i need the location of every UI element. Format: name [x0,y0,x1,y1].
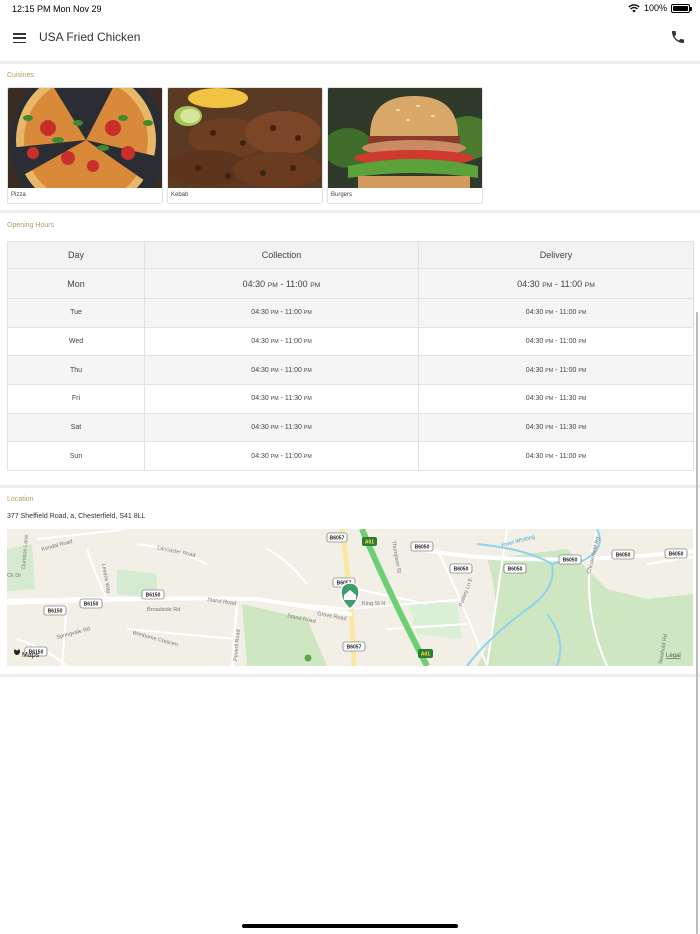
day-cell: Thu [7,355,145,386]
separator [0,674,700,677]
road-badge: B6050 [410,541,434,552]
road-badge: B6057 [326,532,348,543]
delivery-cell: 04:30 PM - 11:00 PM [418,268,694,299]
road-badge: B6050 [664,548,688,559]
table-row: Sun 04:30 PM - 11:00 PM 04:30 PM - 11:00… [7,441,694,472]
cuisines-list: Pizza Kebab Burgers [7,87,483,204]
street-label: King St N [362,601,385,607]
svg-text:B6150: B6150 [84,602,99,608]
road-badge: B6050 [611,549,635,560]
collection-cell: 04:30 PM - 11:00 PM [144,355,419,386]
menu-icon[interactable] [13,33,26,43]
delivery-cell: 04:30 PM - 11:00 PM [418,298,694,328]
day-cell: Sat [7,412,145,443]
status-bar: 12:15 PM Mon Nov 29 100% [0,0,700,18]
cuisine-card-burgers[interactable]: Burgers [327,87,483,204]
delivery-cell: 04:30 PM - 11:00 PM [418,326,694,357]
header-day: Day [7,241,145,269]
collection-cell: 04:30 PM - 11:00 PM [144,298,419,328]
table-row: Fri 04:30 PM - 11:30 PM 04:30 PM - 11:30… [7,384,694,414]
home-indicator[interactable] [242,924,458,928]
status-right: 100% [628,3,692,13]
cuisine-name: Kebab [171,192,189,198]
table-row: Mon 04:30 PM - 11:00 PM 04:30 PM - 11:00… [7,268,694,299]
day-cell: Mon [7,268,145,299]
svg-text:B6050: B6050 [616,553,631,559]
delivery-cell: 04:30 PM - 11:00 PM [418,355,694,386]
pizza-image [8,88,162,188]
address-text: 377 Sheffield Road, a, Chesterfield, S41… [7,513,146,520]
svg-text:B6050: B6050 [508,567,523,573]
table-row: Thu 04:30 PM - 11:00 PM 04:30 PM - 11:00… [7,355,694,386]
street-label: Broadside Rd [147,607,180,613]
header-collection: Collection [144,241,419,269]
kebab-image [168,88,322,188]
burger-image [328,88,482,188]
svg-text:B6057: B6057 [330,536,345,542]
opening-hours-label: Opening Hours [7,222,55,229]
svg-text:A61: A61 [421,652,430,658]
svg-text:B6050: B6050 [415,545,430,551]
separator [0,210,700,213]
svg-text:A61: A61 [365,540,374,546]
collection-cell: 04:30 PM - 11:30 PM [144,384,419,414]
svg-text:B6150: B6150 [48,609,63,615]
svg-text:B6050: B6050 [669,552,684,558]
restaurant-title: USA Fried Chicken [39,30,141,44]
svg-text:B6050: B6050 [563,558,578,564]
day-cell: Sun [7,441,145,472]
scrollbar[interactable] [696,312,698,934]
status-date: Mon Nov 29 [53,4,102,14]
svg-text:B6050: B6050 [454,567,469,573]
table-header-row: Day Collection Delivery [7,241,694,269]
wifi-icon [628,3,640,12]
header-delivery: Delivery [418,241,694,269]
collection-cell: 04:30 PM - 11:00 PM [144,268,419,299]
delivery-cell: 04:30 PM - 11:30 PM [418,412,694,443]
delivery-cell: 04:30 PM - 11:30 PM [418,384,694,414]
cuisine-card-pizza[interactable]: Pizza [7,87,163,204]
collection-cell: 04:30 PM - 11:30 PM [144,412,419,443]
cuisines-label: Cuisines [7,72,34,79]
separator [0,61,700,64]
day-cell: Wed [7,326,145,357]
park-icon [304,654,312,662]
day-cell: Fri [7,384,145,414]
svg-text:Maps: Maps [22,652,40,659]
day-cell: Tue [7,298,145,328]
road-badge: B6050 [449,563,473,574]
road-badge: B6150 [79,598,103,609]
location-map[interactable]: Dunston Lane Kendal Road Lancaster Road … [7,529,693,666]
collection-cell: 04:30 PM - 11:00 PM [144,326,419,357]
cuisine-card-kebab[interactable]: Kebab [167,87,323,204]
cuisine-name: Burgers [331,192,353,198]
road-badge: B6150 [43,605,67,616]
legal-link[interactable]: Legal [666,653,681,659]
road-badge: B6050 [503,563,527,574]
battery-percent: 100% [643,3,667,13]
svg-text:B6150: B6150 [146,593,161,599]
road-badge: B6057 [342,641,366,652]
road-badge: B6150 [141,589,165,600]
phone-icon[interactable] [670,29,686,45]
opening-hours-table: Day Collection Delivery Mon 04:30 PM - 1… [7,241,694,472]
road-badge: A61 [362,537,377,546]
navbar: USA Fried Chicken [0,18,700,60]
table-row: Sat 04:30 PM - 11:30 PM 04:30 PM - 11:30… [7,412,694,443]
table-row: Wed 04:30 PM - 11:00 PM 04:30 PM - 11:00… [7,326,694,357]
collection-cell: 04:30 PM - 11:00 PM [144,441,419,472]
location-label: Location [7,496,34,503]
road-badge: B6050 [558,554,582,565]
battery-icon [671,3,692,13]
table-row: Tue 04:30 PM - 11:00 PM 04:30 PM - 11:00… [7,298,694,328]
street-label: Ck Dr [7,573,21,579]
cuisine-name: Pizza [11,192,26,198]
svg-text:B6057: B6057 [347,645,362,651]
status-time: 12:15 PM [12,4,51,14]
separator [0,485,700,488]
delivery-cell: 04:30 PM - 11:00 PM [418,441,694,472]
road-badge: A61 [418,649,433,658]
